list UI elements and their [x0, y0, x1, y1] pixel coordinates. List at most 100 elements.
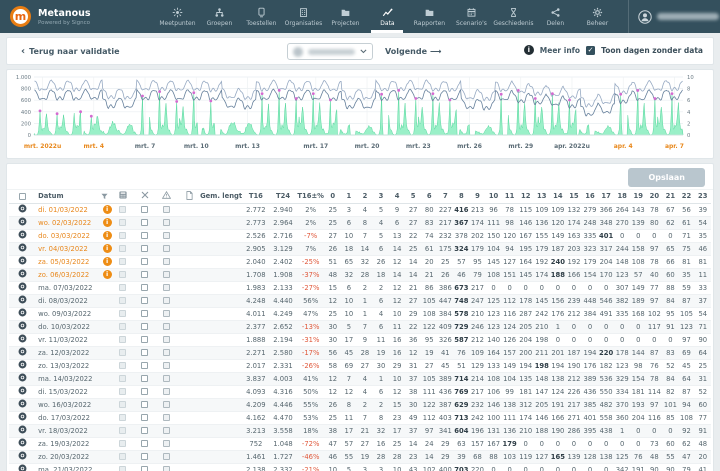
select-all-checkbox[interactable]	[19, 193, 26, 200]
warning-checkbox[interactable]	[163, 271, 170, 278]
nav-item-beheer[interactable]: Beheer	[576, 0, 618, 33]
visibility-icon[interactable]	[18, 246, 27, 254]
clear-checkbox[interactable]	[141, 206, 148, 213]
visibility-icon[interactable]	[18, 454, 27, 462]
gem-lengte-cell	[200, 398, 242, 411]
warning-checkbox[interactable]	[163, 362, 170, 369]
warning-checkbox[interactable]	[163, 414, 170, 421]
nav-item-meetpunten[interactable]: Meetpunten	[156, 0, 198, 33]
warning-checkbox[interactable]	[163, 440, 170, 447]
warning-checkbox[interactable]	[163, 297, 170, 304]
clear-checkbox[interactable]	[141, 284, 148, 291]
visibility-icon[interactable]	[18, 350, 27, 358]
clear-checkbox[interactable]	[141, 245, 148, 252]
visibility-icon[interactable]	[18, 220, 27, 228]
row-info-icon[interactable]: i	[103, 231, 112, 240]
more-info-label[interactable]: Meer info	[540, 46, 580, 55]
clear-checkbox[interactable]	[141, 466, 148, 471]
meetpunt-selector[interactable]	[287, 43, 373, 60]
warning-checkbox[interactable]	[163, 232, 170, 239]
visibility-icon[interactable]	[18, 363, 27, 371]
warning-checkbox[interactable]	[163, 375, 170, 382]
nav-item-rapporten[interactable]: Rapporten	[408, 0, 450, 33]
visibility-icon[interactable]	[18, 376, 27, 384]
hour-value-cell: 0	[582, 437, 598, 450]
metanous-logo-icon: m	[10, 6, 31, 27]
warning-checkbox[interactable]	[163, 401, 170, 408]
clear-checkbox[interactable]	[141, 427, 148, 434]
clear-checkbox[interactable]	[141, 323, 148, 330]
nav-item-geschiedenis[interactable]: Geschiedenis	[492, 0, 534, 33]
clear-checkbox[interactable]	[141, 271, 148, 278]
visibility-icon[interactable]	[18, 285, 27, 293]
visibility-icon[interactable]	[18, 298, 27, 306]
hour-value-cell: 59	[678, 281, 694, 294]
clear-checkbox[interactable]	[141, 349, 148, 356]
nav-item-organisaties[interactable]: Organisaties	[282, 0, 324, 33]
filter-icon[interactable]	[101, 193, 108, 200]
warning-checkbox[interactable]	[163, 336, 170, 343]
clear-checkbox[interactable]	[141, 414, 148, 421]
warning-checkbox[interactable]	[163, 466, 170, 471]
warning-checkbox[interactable]	[163, 310, 170, 317]
clear-checkbox[interactable]	[141, 401, 148, 408]
row-info-icon[interactable]: i	[103, 257, 112, 266]
warning-checkbox[interactable]	[163, 388, 170, 395]
clear-checkbox[interactable]	[141, 310, 148, 317]
hour-value-cell: 24	[421, 437, 437, 450]
clear-checkbox[interactable]	[141, 375, 148, 382]
warning-checkbox[interactable]	[163, 219, 170, 226]
warning-checkbox[interactable]	[163, 245, 170, 252]
warning-checkbox[interactable]	[163, 427, 170, 434]
clear-checkbox[interactable]	[141, 336, 148, 343]
warning-checkbox[interactable]	[163, 453, 170, 460]
nav-item-data[interactable]: Data	[366, 0, 408, 33]
nav-item-groepen[interactable]: Groepen	[198, 0, 240, 33]
clear-checkbox[interactable]	[141, 258, 148, 265]
visibility-icon[interactable]	[18, 428, 27, 436]
warning-checkbox[interactable]	[163, 258, 170, 265]
nav-item-delen[interactable]: Delen	[534, 0, 576, 33]
clear-checkbox[interactable]	[141, 232, 148, 239]
nav-item-scenario-s[interactable]: Scenario's	[450, 0, 492, 33]
visibility-icon[interactable]	[18, 233, 27, 241]
warning-checkbox[interactable]	[163, 349, 170, 356]
row-info-icon[interactable]: i	[103, 270, 112, 279]
clear-checkbox[interactable]	[141, 388, 148, 395]
visibility-icon[interactable]	[18, 337, 27, 345]
hour-value-cell: 242	[469, 411, 485, 424]
nav-item-toestellen[interactable]: Toestellen	[240, 0, 282, 33]
hour-value-cell: 4	[373, 307, 389, 320]
clear-checkbox[interactable]	[141, 362, 148, 369]
visibility-icon[interactable]	[18, 402, 27, 410]
visibility-icon[interactable]	[18, 207, 27, 215]
row-info-icon[interactable]: i	[103, 205, 112, 214]
back-to-validation-link[interactable]: ‹ Terug naar validatie	[21, 47, 120, 56]
visibility-icon[interactable]	[18, 311, 27, 319]
row-info-icon[interactable]: i	[103, 244, 112, 253]
warning-checkbox[interactable]	[163, 284, 170, 291]
user-menu[interactable]	[628, 0, 720, 33]
clear-checkbox[interactable]	[141, 219, 148, 226]
column-header-hour-23: 23	[695, 190, 711, 203]
visibility-icon[interactable]	[18, 467, 27, 471]
visibility-icon[interactable]	[18, 324, 27, 332]
save-button[interactable]: Opslaan	[628, 168, 705, 187]
warning-checkbox[interactable]	[163, 206, 170, 213]
hour-value-cell: 87	[678, 385, 694, 398]
clear-checkbox[interactable]	[141, 453, 148, 460]
visibility-icon[interactable]	[18, 441, 27, 449]
nav-item-projecten[interactable]: Projecten	[324, 0, 366, 33]
visibility-icon[interactable]	[18, 272, 27, 280]
visibility-icon[interactable]	[18, 389, 27, 397]
visibility-icon[interactable]	[18, 259, 27, 267]
visibility-icon[interactable]	[18, 415, 27, 423]
show-days-checkbox[interactable]	[586, 46, 595, 55]
clear-checkbox[interactable]	[141, 440, 148, 447]
row-info-icon[interactable]: i	[103, 218, 112, 227]
clear-checkbox[interactable]	[141, 297, 148, 304]
hour-value-cell: 77	[646, 281, 662, 294]
next-link[interactable]: Volgende⟶	[385, 47, 441, 56]
info-icon[interactable]: i	[524, 45, 534, 55]
warning-checkbox[interactable]	[163, 323, 170, 330]
